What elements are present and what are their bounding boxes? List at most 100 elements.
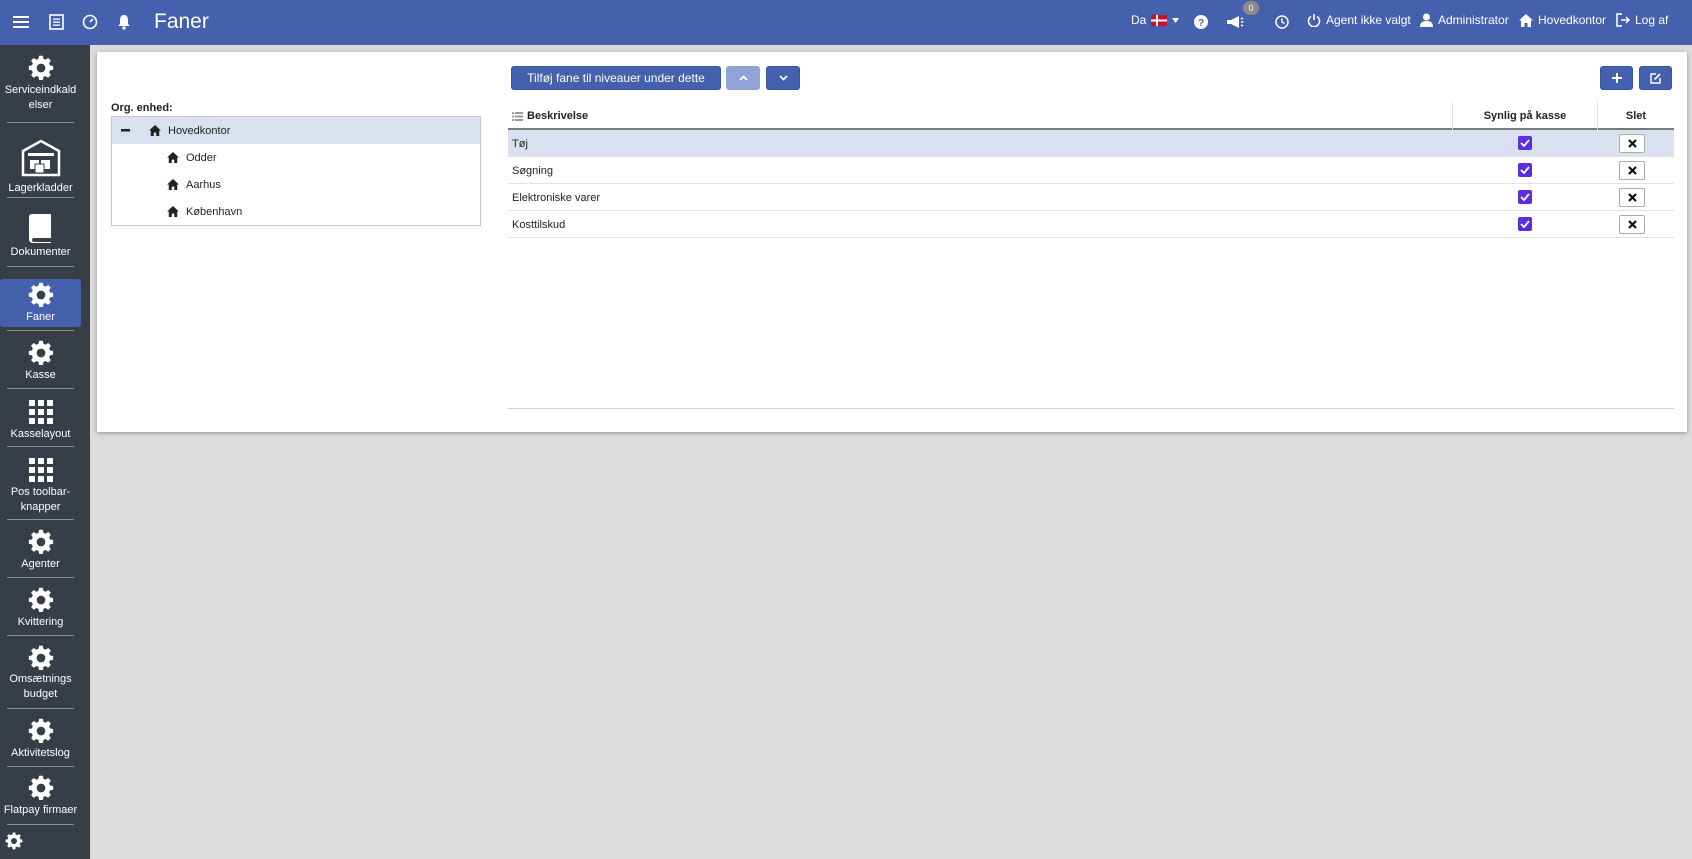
- sidebar-item-kasselayout[interactable]: Kasselayout: [0, 400, 81, 442]
- table-row[interactable]: Tøj: [508, 130, 1674, 157]
- delete-row-button[interactable]: [1619, 188, 1645, 207]
- delete-row-button[interactable]: [1619, 215, 1645, 234]
- table-row[interactable]: Elektroniske varer: [508, 184, 1674, 211]
- user-menu[interactable]: Administrator: [1420, 13, 1509, 27]
- visible-checkbox[interactable]: [1518, 163, 1532, 177]
- sidebar-item-label: Faner: [26, 311, 55, 323]
- visible-checkbox[interactable]: [1518, 190, 1532, 204]
- sidebar-divider: [7, 266, 74, 267]
- sidebar-item-flatpay-firmaer[interactable]: Flatpay firmaer: [0, 775, 81, 818]
- checkmark-icon: [1520, 139, 1530, 147]
- menu-icon[interactable]: [11, 12, 31, 32]
- settings-gear-icon[interactable]: [5, 832, 23, 850]
- gear-icon: [28, 718, 54, 744]
- main-panel: Org. enhed: Hovedkontor Odder Aarhus Køb…: [97, 52, 1687, 432]
- checkmark-icon: [1520, 193, 1530, 201]
- megaphone-icon[interactable]: [1225, 12, 1245, 32]
- warehouse-icon: [21, 139, 60, 177]
- edit-button[interactable]: [1639, 66, 1672, 90]
- checkmark-icon: [1520, 220, 1530, 228]
- help-icon[interactable]: ?: [1191, 12, 1211, 32]
- edit-icon: [1650, 72, 1661, 84]
- location-menu[interactable]: Hovedkontor: [1519, 13, 1606, 27]
- bell-icon[interactable]: [114, 12, 134, 32]
- sidebar-item-serviceindkaldelser[interactable]: Serviceindkald elser: [0, 55, 81, 113]
- sidebar-item-agenter[interactable]: Agenter: [0, 529, 81, 572]
- delete-row-button[interactable]: [1619, 134, 1645, 153]
- column-header-visible[interactable]: Synlig på kasse: [1453, 110, 1597, 122]
- collapse-icon[interactable]: [121, 129, 130, 132]
- gear-icon: [28, 529, 54, 555]
- sidebar-item-label: Flatpay firmaer: [3, 804, 78, 816]
- sidebar-item-dokumenter[interactable]: Dokumenter: [0, 214, 81, 260]
- logout-link[interactable]: Log af: [1616, 13, 1668, 27]
- visible-checkbox[interactable]: [1518, 217, 1532, 231]
- row-description: Elektroniske varer: [512, 191, 601, 204]
- row-description: Tøj: [512, 137, 528, 150]
- org-unit-label: Org. enhed:: [111, 102, 173, 114]
- sidebar-item-aktivitetslog[interactable]: Aktivitetslog: [0, 718, 81, 761]
- gear-icon: [28, 282, 54, 308]
- sidebar-divider: [7, 766, 74, 767]
- book-icon: [28, 214, 51, 243]
- home-icon: [167, 206, 179, 217]
- sidebar-item-label: Kasselayout: [10, 428, 71, 440]
- grid-header: Beskrivelse Synlig på kasse Slet: [508, 102, 1674, 130]
- sidebar-item-lagerkladder[interactable]: Lagerkladder: [0, 139, 81, 196]
- location-label: Hovedkontor: [1538, 13, 1607, 27]
- list-icon[interactable]: [46, 12, 66, 32]
- svg-text:?: ?: [1198, 18, 1204, 29]
- row-description: Kosttilskud: [512, 218, 566, 231]
- table-row[interactable]: Kosttilskud: [508, 211, 1674, 238]
- sidebar-item-omsaetnings-budget[interactable]: Omsætnings budget: [0, 645, 81, 702]
- sidebar-divider: [7, 197, 74, 198]
- agent-label: Agent ikke valgt: [1326, 13, 1411, 27]
- gear-icon: [28, 55, 54, 81]
- tree-node-root[interactable]: Hovedkontor: [112, 117, 480, 144]
- tree-node-odder[interactable]: Odder: [112, 144, 480, 171]
- clock-icon[interactable]: [1272, 12, 1292, 32]
- sidebar-item-label: Dokumenter: [10, 246, 71, 258]
- table-row[interactable]: Søgning: [508, 157, 1674, 184]
- dashboard-icon[interactable]: [80, 12, 100, 32]
- close-icon: [1627, 166, 1637, 175]
- sidebar-item-faner[interactable]: Faner: [0, 279, 81, 327]
- add-button[interactable]: [1600, 66, 1633, 90]
- sidebar-divider: [7, 708, 74, 709]
- sidebar-item-label: Serviceindkald elser: [4, 84, 77, 111]
- sidebar-item-kvittering[interactable]: Kvittering: [0, 587, 81, 630]
- language-label: Da: [1131, 13, 1147, 27]
- sidebar-item-pos-toolbar-knapper[interactable]: Pos toolbar-knapper: [0, 458, 81, 515]
- gear-icon: [28, 340, 54, 366]
- sidebar-divider: [7, 388, 74, 389]
- grid-icon: [29, 458, 53, 482]
- top-bar: Faner Da ? 0 Agent ikke valgt Administra…: [0, 0, 1692, 45]
- tree-node-aarhus[interactable]: Aarhus: [112, 171, 480, 198]
- home-icon: [167, 179, 179, 190]
- close-icon: [1627, 220, 1637, 229]
- home-icon: [167, 152, 179, 163]
- power-icon: [1307, 14, 1321, 27]
- user-icon: [1420, 13, 1433, 27]
- sidebar-divider: [7, 577, 74, 578]
- sidebar-divider: [7, 635, 74, 636]
- tree-node-label: København: [186, 205, 243, 218]
- tree-node-kobenhavn[interactable]: København: [112, 198, 480, 225]
- sidebar-item-label: Omsætnings budget: [9, 673, 72, 700]
- delete-row-button[interactable]: [1619, 161, 1645, 180]
- column-header-description[interactable]: Beskrivelse: [527, 110, 588, 122]
- sidebar: Serviceindkald elser Lagerkladder Dokume…: [0, 45, 90, 859]
- move-up-button[interactable]: [726, 66, 760, 90]
- home-icon: [149, 125, 161, 136]
- add-tab-to-sublevels-button[interactable]: Tilføj fane til niveauer under dette: [511, 66, 721, 90]
- move-down-button[interactable]: [766, 66, 800, 90]
- visible-checkbox[interactable]: [1518, 136, 1532, 150]
- sidebar-item-label: Kasse: [25, 369, 56, 381]
- language-selector[interactable]: Da: [1131, 13, 1180, 27]
- close-icon: [1627, 139, 1637, 148]
- danish-flag-icon: [1151, 14, 1168, 26]
- sidebar-item-label: Kvittering: [17, 616, 64, 628]
- sidebar-item-kasse[interactable]: Kasse: [0, 340, 81, 383]
- sidebar-item-label: Lagerkladder: [8, 182, 73, 194]
- agent-status[interactable]: Agent ikke valgt: [1307, 13, 1411, 27]
